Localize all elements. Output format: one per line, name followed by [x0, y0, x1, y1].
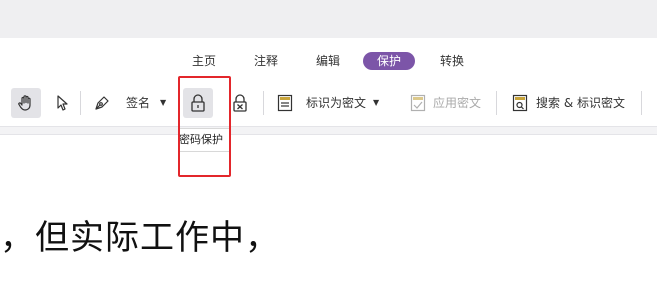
pointer-icon: [57, 95, 68, 111]
tab-convert[interactable]: 转换: [434, 52, 470, 70]
pen-nib-icon: [95, 96, 109, 110]
document-text: ，但实际工作中，: [0, 218, 280, 258]
toolbar-separator: [641, 91, 642, 115]
protect-toolbar: 签名 ▼ 标识为密文 ▼ 应用密文 搜索 & 标识密文: [0, 80, 657, 126]
ribbon-tabs: 主页 注释 编辑 保护 转换: [0, 38, 657, 80]
sign-button[interactable]: [87, 88, 117, 118]
redact-mark-icon: [277, 94, 293, 112]
title-bar: [0, 0, 657, 38]
search-redaction-button[interactable]: [505, 88, 535, 118]
tab-annotate[interactable]: 注释: [248, 52, 284, 70]
toolbar-separator: [263, 91, 264, 115]
tab-protect[interactable]: 保护: [363, 52, 415, 70]
hand-tool-icon: [18, 95, 31, 111]
mark-redaction-dropdown-caret[interactable]: ▼: [373, 97, 379, 109]
sign-label[interactable]: 签名: [126, 95, 150, 111]
apply-redaction-label[interactable]: 应用密文: [433, 95, 481, 111]
redact-search-icon: [512, 94, 528, 112]
select-tool-button[interactable]: [47, 88, 77, 118]
tab-home[interactable]: 主页: [186, 52, 222, 70]
toolbar-bottom-border: [0, 126, 657, 135]
hand-tool-button[interactable]: [11, 88, 41, 118]
toolbar-separator: [80, 91, 81, 115]
mark-redaction-label[interactable]: 标识为密文: [306, 95, 366, 111]
apply-redaction-button[interactable]: [403, 88, 433, 118]
toolbar-separator: [496, 91, 497, 115]
tab-edit[interactable]: 编辑: [310, 52, 346, 70]
highlight-box: [178, 76, 231, 177]
sign-dropdown-caret[interactable]: ▼: [160, 97, 166, 109]
redact-apply-icon: [410, 94, 426, 112]
search-redaction-label[interactable]: 搜索 & 标识密文: [536, 95, 625, 111]
mark-redaction-button[interactable]: [270, 88, 300, 118]
remove-security-icon: [233, 94, 247, 112]
